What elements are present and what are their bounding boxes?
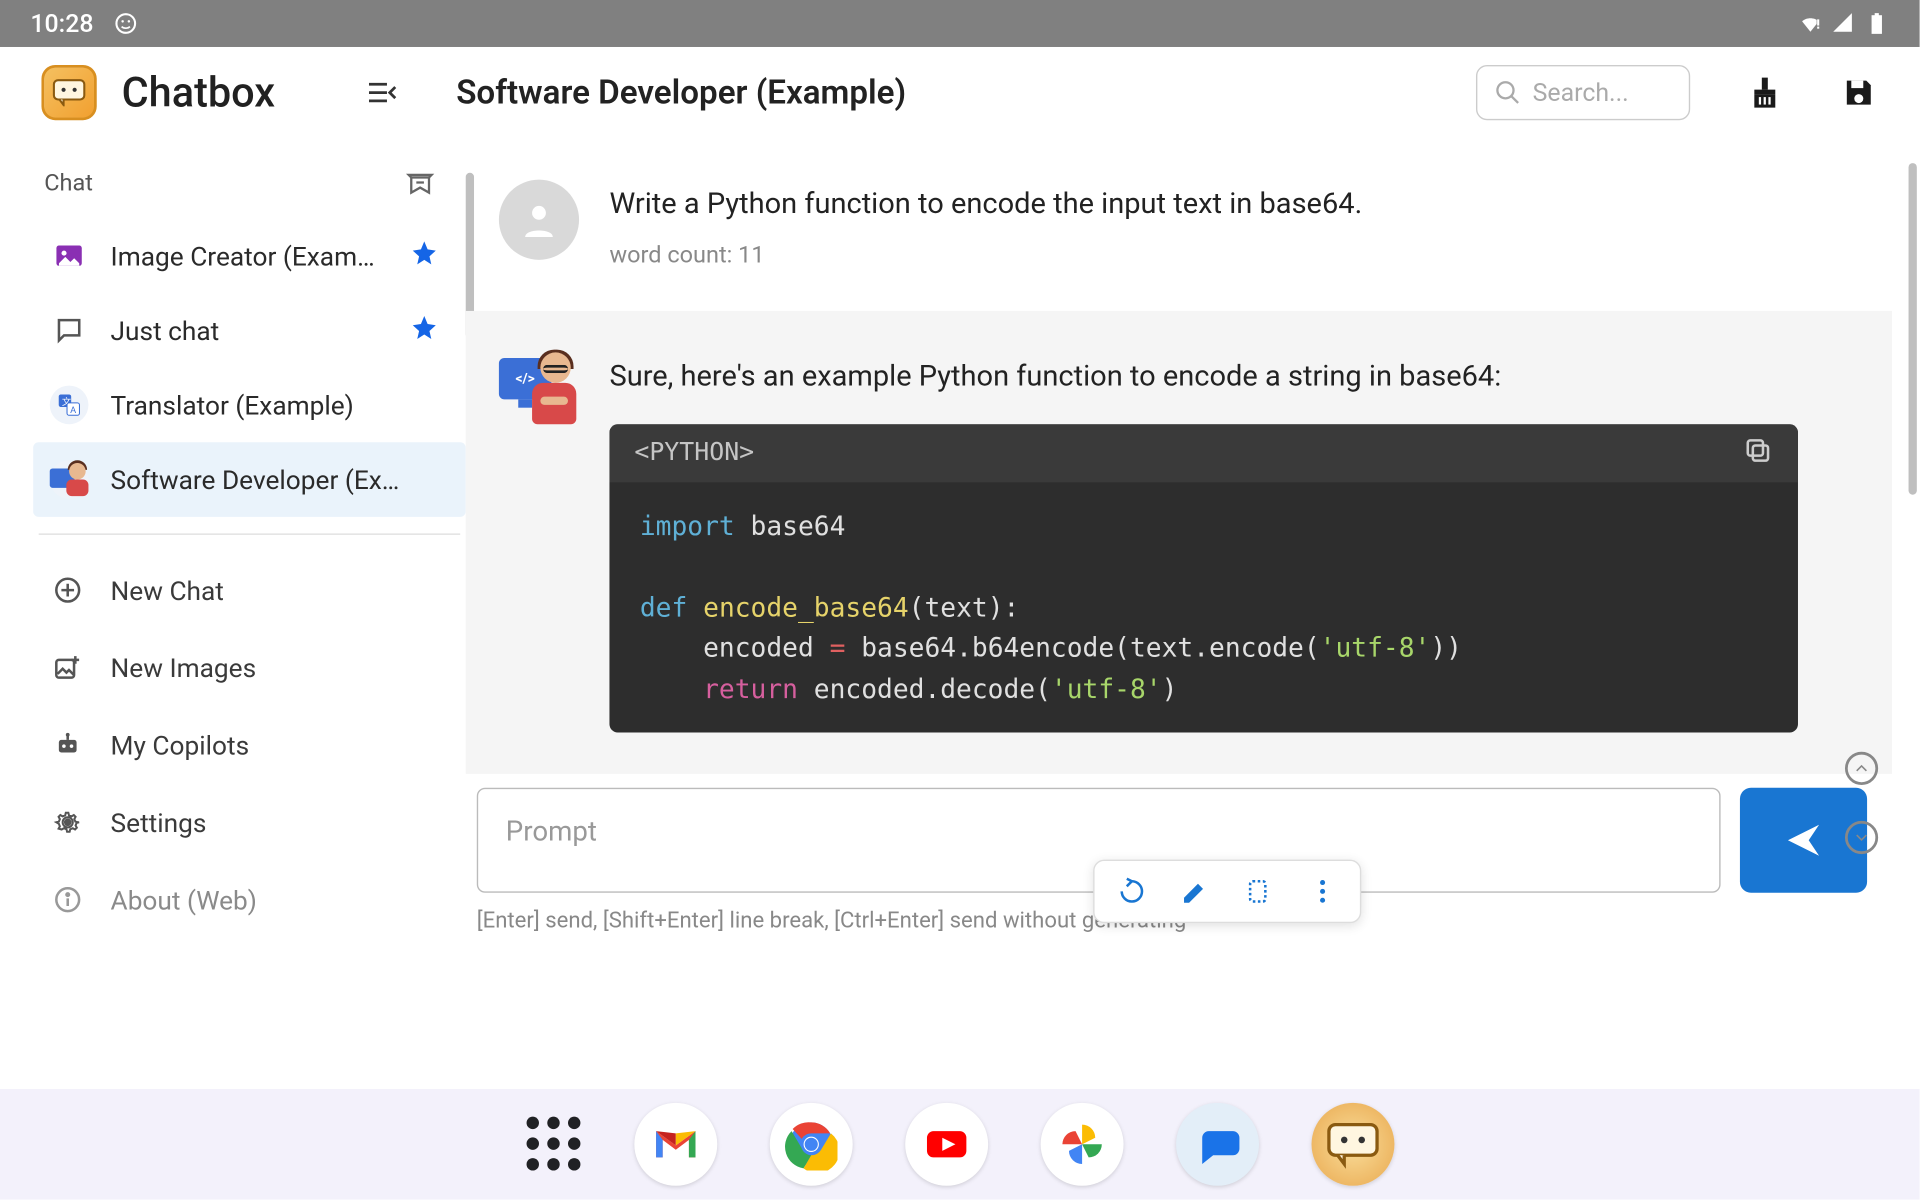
wifi-alert-icon bbox=[1798, 11, 1823, 36]
sidebar-menu-label: Settings bbox=[111, 806, 207, 838]
page-title: Software Developer (Example) bbox=[456, 73, 906, 112]
main-scrollbar[interactable] bbox=[1909, 163, 1917, 495]
sidebar-item-just-chat[interactable]: Just chat bbox=[33, 293, 466, 368]
user-message-text: Write a Python function to encode the in… bbox=[609, 185, 1878, 226]
sidebar-item-image-creator[interactable]: Image Creator (Exam… bbox=[33, 218, 466, 293]
star-icon[interactable] bbox=[410, 239, 438, 272]
sidebar-item-translator[interactable]: 文A Translator (Example) bbox=[33, 368, 466, 443]
scroll-nav bbox=[1845, 752, 1878, 854]
sidebar-section-header: Chat bbox=[33, 138, 466, 218]
svg-text:A: A bbox=[70, 405, 76, 416]
scroll-down-button[interactable] bbox=[1845, 821, 1878, 854]
sidebar-menu-label: New Images bbox=[111, 652, 257, 684]
sidebar-settings[interactable]: Settings bbox=[33, 784, 466, 861]
sidebar-section-label: Chat bbox=[44, 170, 93, 198]
assistant-avatar: </> bbox=[499, 353, 579, 433]
android-dock bbox=[0, 1089, 1920, 1200]
app-logo bbox=[41, 65, 96, 120]
sidebar-item-label: Just chat bbox=[111, 314, 389, 346]
image-icon bbox=[50, 240, 89, 270]
gear-icon bbox=[50, 807, 86, 837]
save-button[interactable] bbox=[1839, 73, 1878, 112]
battery-icon bbox=[1864, 11, 1889, 36]
star-icon[interactable] bbox=[410, 314, 438, 347]
image-plus-icon bbox=[50, 652, 86, 682]
more-button[interactable] bbox=[1291, 861, 1355, 922]
plus-circle-icon bbox=[50, 575, 86, 605]
sidebar-my-copilots[interactable]: My Copilots bbox=[33, 706, 466, 783]
search-placeholder: Search... bbox=[1533, 78, 1629, 107]
app-drawer-button[interactable] bbox=[526, 1117, 581, 1172]
photos-app-icon[interactable] bbox=[1040, 1103, 1123, 1186]
app-title: Chatbox bbox=[122, 68, 276, 116]
sidebar-collapse-button[interactable] bbox=[362, 73, 401, 112]
copy-message-button[interactable] bbox=[1227, 861, 1291, 922]
archive-icon[interactable] bbox=[405, 169, 435, 199]
cleanup-button[interactable] bbox=[1745, 73, 1784, 112]
user-avatar bbox=[499, 180, 579, 260]
assistant-message-text: Sure, here's an example Python function … bbox=[609, 358, 1878, 399]
code-content: import base64 def encode_base64(text): e… bbox=[609, 482, 1798, 732]
sidebar-new-images[interactable]: New Images bbox=[33, 629, 466, 706]
app-header: Chatbox Software Developer (Example) Sea… bbox=[0, 47, 1920, 138]
prompt-placeholder: Prompt bbox=[506, 814, 597, 847]
conversation-pane: Write a Python function to encode the in… bbox=[466, 138, 1920, 1089]
chat-icon bbox=[50, 315, 89, 345]
message-toolbar bbox=[1093, 860, 1361, 924]
chrome-app-icon[interactable] bbox=[769, 1103, 852, 1186]
message-assistant: </> Sure, here's an example Python funct… bbox=[466, 311, 1892, 773]
robot-icon bbox=[50, 730, 86, 760]
regenerate-button[interactable] bbox=[1100, 861, 1164, 922]
search-icon bbox=[1494, 79, 1522, 107]
translator-icon: 文A bbox=[50, 386, 89, 425]
info-icon bbox=[50, 884, 86, 914]
sidebar-menu-label: About (Web) bbox=[111, 884, 257, 916]
user-message-meta: word count: 11 bbox=[609, 242, 1878, 270]
code-block: <PYTHON> import base64 def encode_base64… bbox=[609, 424, 1798, 732]
sidebar-menu-label: New Chat bbox=[111, 574, 224, 606]
cell-signal-icon bbox=[1831, 11, 1856, 36]
sidebar-item-label: Translator (Example) bbox=[111, 389, 439, 421]
sidebar-item-label: Software Developer (Ex… bbox=[111, 464, 439, 496]
copy-code-button[interactable] bbox=[1743, 435, 1773, 471]
sidebar-menu-label: My Copilots bbox=[111, 729, 250, 761]
statusbar-app-icon bbox=[113, 11, 138, 36]
status-time: 10:28 bbox=[30, 9, 93, 38]
sidebar-separator bbox=[39, 533, 461, 534]
youtube-app-icon[interactable] bbox=[905, 1103, 988, 1186]
sidebar: Chat Image Creator (Exam… Just chat bbox=[0, 138, 466, 1089]
sidebar-about[interactable]: About (Web) bbox=[33, 861, 466, 938]
sidebar-item-label: Image Creator (Exam… bbox=[111, 240, 389, 272]
edit-button[interactable] bbox=[1164, 861, 1228, 922]
developer-icon bbox=[50, 460, 89, 499]
message-user: Write a Python function to encode the in… bbox=[466, 138, 1892, 311]
code-language-label: <PYTHON> bbox=[634, 438, 754, 467]
sidebar-new-chat[interactable]: New Chat bbox=[33, 551, 466, 628]
messages-app-icon[interactable] bbox=[1175, 1103, 1258, 1186]
sidebar-item-software-developer[interactable]: Software Developer (Ex… bbox=[33, 442, 466, 517]
gmail-app-icon[interactable] bbox=[634, 1103, 717, 1186]
scroll-up-button[interactable] bbox=[1845, 752, 1878, 785]
android-statusbar: 10:28 bbox=[0, 0, 1920, 47]
search-input[interactable]: Search... bbox=[1476, 65, 1690, 120]
chatbox-app-icon[interactable] bbox=[1311, 1103, 1394, 1186]
